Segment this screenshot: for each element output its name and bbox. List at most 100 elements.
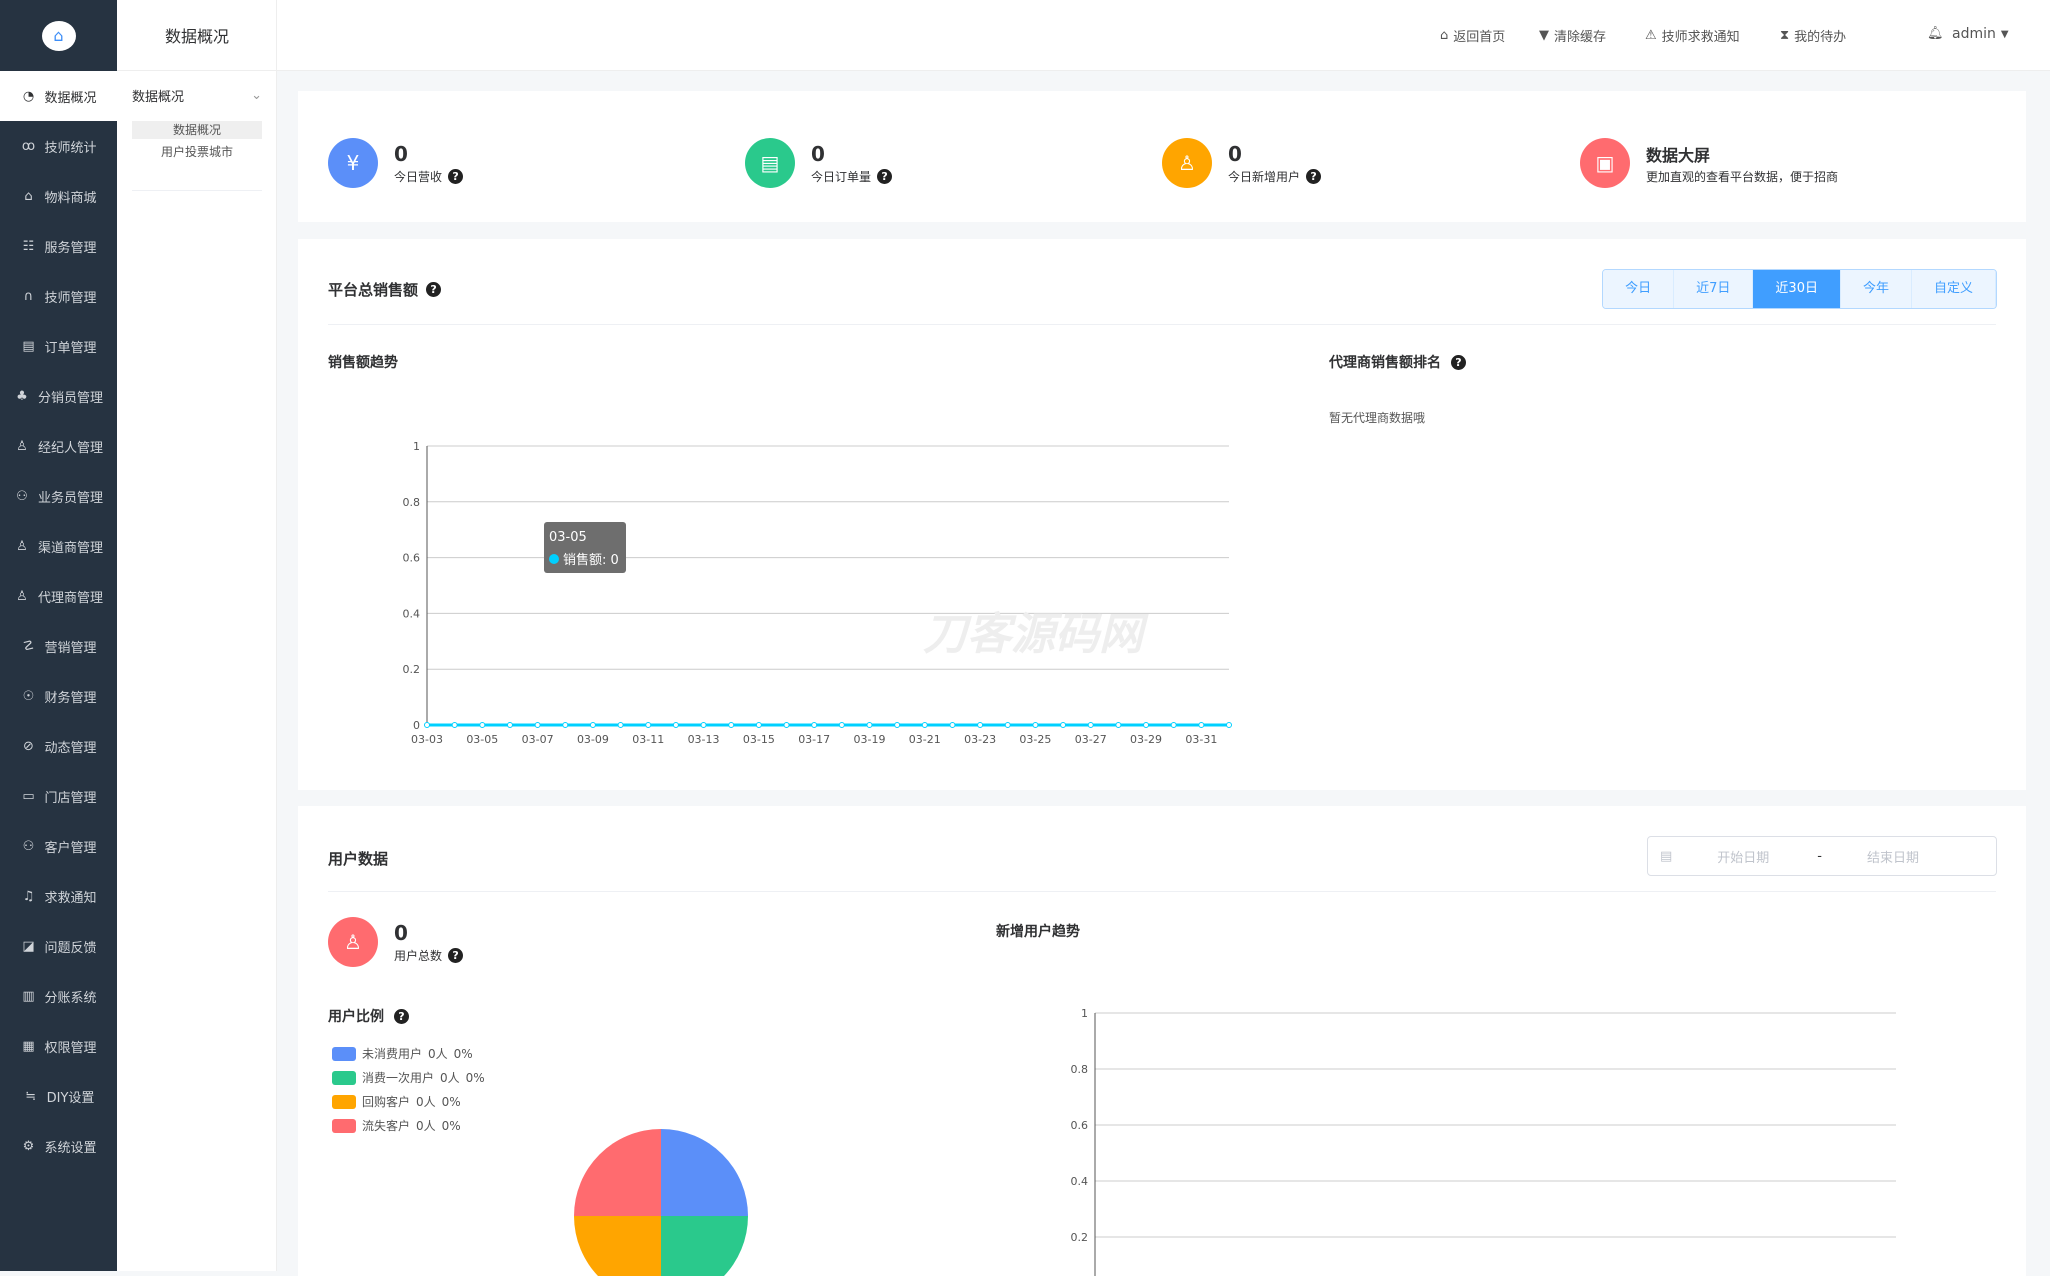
sidebar-item-label: 技师管理 bbox=[44, 290, 97, 306]
header-link[interactable]: ⚠ 技师求救通知 bbox=[1645, 26, 1740, 45]
data-point[interactable] bbox=[1032, 722, 1039, 728]
data-point[interactable] bbox=[949, 722, 956, 728]
sub-sidebar: 数据概况 数据概况 ⌄ 数据概况 用户投票城市 bbox=[117, 0, 277, 1271]
header-link[interactable]: ⧗ 我的待办 bbox=[1780, 26, 1846, 45]
submenu-item-overview[interactable]: 数据概况 bbox=[132, 121, 262, 139]
sidebar-item[interactable]: ⊘ 动态管理 bbox=[0, 721, 117, 771]
data-point[interactable] bbox=[866, 722, 873, 728]
data-point[interactable] bbox=[1004, 722, 1011, 728]
stat-label: 更加直观的查看平台数据，便于招商 bbox=[1646, 169, 1839, 184]
data-point[interactable] bbox=[894, 722, 901, 728]
stat-item[interactable]: ▣ 数据大屏 更加直观的查看平台数据，便于招商 bbox=[1580, 138, 1838, 188]
data-point[interactable] bbox=[1060, 722, 1067, 728]
sidebar-item[interactable]: ∩ 技师管理 bbox=[0, 271, 117, 321]
submenu-group[interactable]: 数据概况 ⌄ bbox=[132, 82, 262, 108]
top-header: ⌂ 返回首页 ▼ 清除缓存 ⚠ 技师求救通知 ⧗ 我的待办 🔔︎ admin ▼ bbox=[277, 0, 2050, 71]
pie-slice[interactable] bbox=[661, 1129, 748, 1216]
sidebar-item[interactable]: ≒ DIY设置 bbox=[0, 1071, 117, 1121]
user-menu[interactable]: admin ▼ bbox=[1952, 26, 2009, 42]
data-point[interactable] bbox=[838, 722, 845, 728]
range-button[interactable]: 今年 bbox=[1840, 270, 1912, 308]
watermark: 刀客源码网 bbox=[923, 609, 1149, 660]
y-tick-label: 0.6 bbox=[1071, 1119, 1089, 1132]
sidebar-item[interactable]: ♫ 求救通知 bbox=[0, 871, 117, 921]
data-point[interactable] bbox=[645, 722, 652, 728]
data-point[interactable] bbox=[1143, 722, 1150, 728]
x-tick-label: 03-17 bbox=[798, 733, 830, 746]
x-tick-label: 03-15 bbox=[743, 733, 775, 746]
sidebar-item[interactable]: ꝏ 技师统计 bbox=[0, 121, 117, 171]
sidebar-item[interactable]: ♙ 经纪人管理 bbox=[0, 421, 117, 471]
data-point[interactable] bbox=[562, 722, 569, 728]
scrollbar[interactable] bbox=[2026, 71, 2050, 1271]
permission-icon: ▦ bbox=[22, 1038, 35, 1054]
stat-item: ¥0 今日营收? bbox=[328, 138, 464, 188]
customers-icon: ⚇ bbox=[22, 838, 35, 854]
sidebar-item[interactable]: ▦ 权限管理 bbox=[0, 1021, 117, 1071]
divider bbox=[132, 190, 262, 191]
clipboard-icon: ▤ bbox=[745, 138, 795, 188]
data-point[interactable] bbox=[534, 722, 541, 728]
sidebar-item[interactable]: ▥ 分账系统 bbox=[0, 971, 117, 1021]
data-point[interactable] bbox=[1087, 722, 1094, 728]
agent-icon: ♙ bbox=[16, 438, 28, 454]
data-point[interactable] bbox=[424, 722, 430, 728]
sidebar-item[interactable]: ◔ 数据概况 bbox=[0, 71, 117, 121]
data-point[interactable] bbox=[977, 722, 984, 728]
x-tick-label: 03-23 bbox=[964, 733, 996, 746]
range-button[interactable]: 自定义 bbox=[1911, 270, 1996, 308]
range-button[interactable]: 今日 bbox=[1603, 270, 1675, 308]
sidebar-item[interactable]: ☉ 财务管理 bbox=[0, 671, 117, 721]
sidebar-item-label: 代理商管理 bbox=[37, 590, 103, 606]
data-point[interactable] bbox=[921, 722, 928, 728]
data-point[interactable] bbox=[451, 722, 458, 728]
help-icon[interactable]: ? bbox=[877, 168, 893, 184]
sidebar-item-label: 技师统计 bbox=[44, 140, 97, 156]
data-point[interactable] bbox=[1226, 722, 1232, 728]
data-point[interactable] bbox=[700, 722, 707, 728]
data-point[interactable] bbox=[811, 722, 818, 728]
data-point[interactable] bbox=[783, 722, 790, 728]
pie-slice[interactable] bbox=[574, 1216, 661, 1276]
data-point[interactable] bbox=[617, 722, 624, 728]
pie-slice[interactable] bbox=[661, 1216, 748, 1276]
sidebar-item[interactable]: ⚙ 系统设置 bbox=[0, 1121, 117, 1171]
help-icon[interactable]: ? bbox=[1306, 168, 1322, 184]
agent-rank-empty: 暂无代理商数据哦 bbox=[1329, 411, 1426, 425]
sidebar-item[interactable]: ☡ 营销管理 bbox=[0, 621, 117, 671]
sidebar-item[interactable]: ⌂ 物料商城 bbox=[0, 171, 117, 221]
sidebar-item[interactable]: ◪ 问题反馈 bbox=[0, 921, 117, 971]
data-point[interactable] bbox=[506, 722, 513, 728]
sidebar-item[interactable]: ▤ 订单管理 bbox=[0, 321, 117, 371]
data-point[interactable] bbox=[479, 722, 486, 728]
sidebar-item-label: 门店管理 bbox=[44, 790, 97, 806]
sidebar-item[interactable]: ♙ 代理商管理 bbox=[0, 571, 117, 621]
range-button[interactable]: 近30日 bbox=[1753, 270, 1841, 308]
data-point[interactable] bbox=[672, 722, 679, 728]
sidebar-item[interactable]: ▭ 门店管理 bbox=[0, 771, 117, 821]
data-point[interactable] bbox=[1170, 722, 1177, 728]
data-point[interactable] bbox=[589, 722, 596, 728]
notification-bell[interactable]: 🔔︎ bbox=[1927, 26, 1944, 41]
sidebar-item[interactable]: ⚇ 业务员管理 bbox=[0, 471, 117, 521]
header-link[interactable]: ⌂ 返回首页 bbox=[1440, 26, 1505, 45]
submenu-item-vote-city[interactable]: 用户投票城市 bbox=[132, 143, 262, 161]
sidebar-item[interactable]: ♣ 分销员管理 bbox=[0, 371, 117, 421]
header-link-label: 清除缓存 bbox=[1554, 30, 1607, 45]
range-button[interactable]: 近7日 bbox=[1674, 270, 1754, 308]
help-icon[interactable]: ? bbox=[1451, 354, 1466, 370]
pie-slice[interactable] bbox=[574, 1129, 661, 1216]
logo[interactable]: ⌂ bbox=[0, 0, 117, 71]
data-point[interactable] bbox=[1198, 722, 1205, 728]
data-point[interactable] bbox=[755, 722, 762, 728]
sidebar-item[interactable]: ♙ 渠道商管理 bbox=[0, 521, 117, 571]
sidebar-item[interactable]: ⚇ 客户管理 bbox=[0, 821, 117, 871]
help-icon[interactable]: ? bbox=[448, 168, 464, 184]
y-tick-label: 0.8 bbox=[403, 496, 421, 509]
data-point[interactable] bbox=[728, 722, 735, 728]
header-link[interactable]: ▼ 清除缓存 bbox=[1539, 26, 1606, 45]
sidebar-item-label: 分销员管理 bbox=[37, 390, 103, 406]
sidebar-item[interactable]: ☷ 服务管理 bbox=[0, 221, 117, 271]
shop-bag-icon: ⌂ bbox=[24, 188, 33, 204]
data-point[interactable] bbox=[1115, 722, 1122, 728]
